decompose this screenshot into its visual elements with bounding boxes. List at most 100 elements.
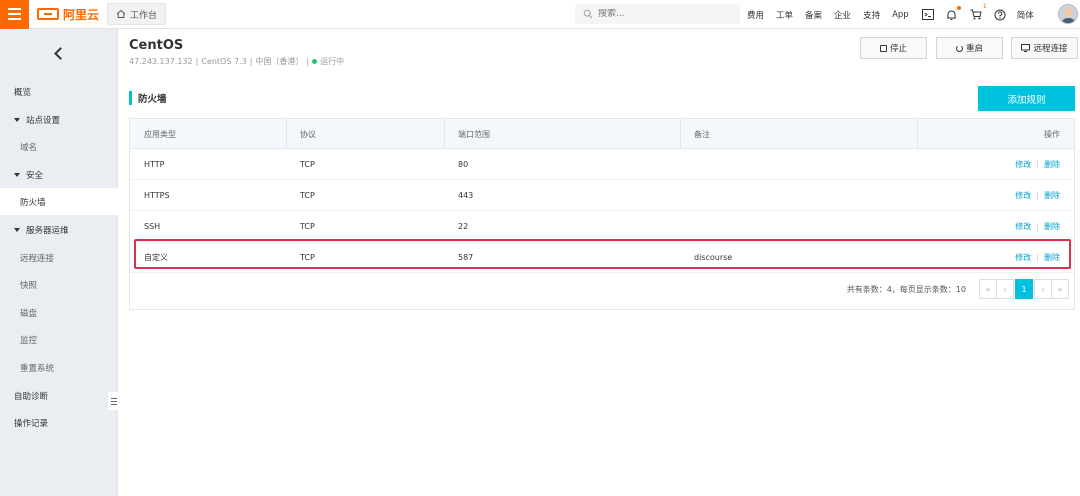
nav-fees[interactable]: 费用 [747,9,764,21]
stop-label: 停止 [889,44,907,54]
cell-app-type: SSH [144,221,161,231]
firewall-table: 应用类型 协议 端口范围 备注 操作 HTTP TCP 80 修改 | 删除 HTTPS TC… [129,118,1075,310]
edit-link[interactable]: 修改 [1015,252,1031,263]
pagination: 共有条数：4，每页显示条数：10 « ‹ 1 › » [130,277,1074,301]
sidebar-item-reset-system[interactable]: 重置系统 [0,354,118,381]
monitor-icon [1021,44,1031,52]
brand-logo[interactable]: 阿里云 [37,6,99,23]
nav-tickets[interactable]: 工单 [776,9,793,21]
row-actions: 修改 | 删除 [1015,159,1060,170]
avatar[interactable] [1058,4,1078,24]
nav-filing[interactable]: 备案 [805,9,822,21]
sidebar-item-domain[interactable]: 域名 [0,133,118,160]
workbench-label: 工作台 [130,10,158,21]
terminal-icon[interactable] [921,8,935,22]
bell-icon[interactable] [945,5,961,22]
sidebar-item-server-ops[interactable]: 服务器运维 [0,216,118,243]
sidebar-item-label: 防火墙 [20,197,46,208]
last-page-button[interactable]: » [1051,279,1069,299]
nav-enterprise[interactable]: 企业 [834,9,851,21]
delete-link[interactable]: 删除 [1044,190,1060,201]
sidebar-item-remote-connect[interactable]: 远程连接 [0,244,118,271]
cell-port: 80 [458,159,469,169]
col-note: 备注 [694,129,710,139]
next-page-button[interactable]: › [1034,279,1052,299]
delete-link[interactable]: 删除 [1044,159,1060,170]
back-button[interactable] [0,29,117,78]
stop-button[interactable]: 停止 [860,37,927,59]
sidebar: 概览 站点设置 域名 安全防火墙服务器运维 远程连接快照磁盘监控重置系统自助诊断操作记录 [0,29,120,496]
page-title: CentOS [129,38,184,53]
first-page-button[interactable]: « [979,279,997,299]
language-switch[interactable]: 简体 [1017,9,1034,21]
sidebar-item-operation-log[interactable]: 操作记录 [0,409,118,436]
search-icon [583,9,593,19]
nav-app[interactable]: App [892,10,909,20]
notification-dot [956,5,961,10]
status-badge: 运行中 [320,57,345,66]
row-actions: 修改 | 删除 [1015,221,1060,232]
sidebar-item-label: 监控 [20,335,38,346]
sidebar-collapse-handle[interactable] [108,392,120,410]
table-row: SSH TCP 22 修改 | 删除 [130,211,1074,242]
top-nav: 费用 工单 备案 企业 支持 App 1 简体 [747,0,1046,29]
search-input[interactable] [598,9,728,19]
nav-support[interactable]: 支持 [863,9,880,21]
prev-page-button[interactable]: ‹ [996,279,1014,299]
table-row: HTTP TCP 80 修改 | 删除 [130,149,1074,180]
delete-link[interactable]: 删除 [1044,252,1060,263]
remote-connect-label: 远程连接 [1033,44,1068,54]
edit-link[interactable]: 修改 [1015,190,1031,201]
sidebar-item-site-settings[interactable]: 站点设置 [0,106,118,133]
status-dot-icon [312,59,318,64]
search-box[interactable] [575,4,740,24]
col-actions: 操作 [1044,129,1060,139]
pagination-summary: 共有条数：4，每页显示条数：10 [846,284,966,294]
delete-link[interactable]: 删除 [1044,221,1060,232]
row-actions: 修改 | 删除 [1015,190,1060,201]
cart-badge: 1 [982,2,987,10]
cell-app-type: 自定义 [144,252,168,262]
col-app-type: 应用类型 [144,129,176,139]
cart-icon[interactable]: 1 [969,3,987,22]
sidebar-item-overview[interactable]: 概览 [0,78,118,105]
edit-link[interactable]: 修改 [1015,221,1031,232]
restart-button[interactable]: 重启 [936,37,1003,59]
sidebar-item-snapshots[interactable]: 快照 [0,271,118,298]
col-protocol: 协议 [300,129,316,139]
section-title: 防火墙 [129,91,167,105]
edit-link[interactable]: 修改 [1015,159,1031,170]
sidebar-item-label: 快照 [20,280,38,291]
workbench-button[interactable]: 工作台 [107,3,167,25]
help-icon[interactable] [993,8,1007,22]
cell-port: 22 [458,221,469,231]
menu-icon[interactable] [0,0,29,29]
page-1-button[interactable]: 1 [1015,279,1033,299]
table-row: 自定义 TCP 587 discourse 修改 | 删除 [130,242,1074,273]
sidebar-item-disks[interactable]: 磁盘 [0,299,118,326]
instance-region: 中国（香港） [255,57,304,66]
add-rule-button[interactable]: 添加规则 [978,86,1075,111]
power-icon [955,44,963,52]
sidebar-item-label: 操作记录 [14,418,49,429]
restart-label: 重启 [965,44,983,54]
sidebar-item-security[interactable]: 安全 [0,161,118,188]
sidebar-item-self-diagnosis[interactable]: 自助诊断 [0,382,118,409]
sidebar-item-monitoring[interactable]: 监控 [0,326,118,353]
sidebar-item-label: 磁盘 [20,308,38,319]
brand-name: 阿里云 [63,7,100,22]
instance-os: CentOS 7.3 [201,57,247,66]
row-actions: 修改 | 删除 [1015,252,1060,263]
caret-down-icon [14,172,20,177]
table-row: HTTPS TCP 443 修改 | 删除 [130,180,1074,211]
cell-protocol: TCP [300,159,315,169]
table-header: 应用类型 协议 端口范围 备注 操作 [130,119,1074,149]
sidebar-item-firewall[interactable]: 防火墙 [0,188,118,215]
col-port-range: 端口范围 [458,129,490,139]
cell-port: 443 [458,190,474,200]
sidebar-item-label: 重置系统 [20,363,55,374]
sidebar-item-label: 自助诊断 [14,391,49,402]
cell-app-type: HTTP [144,159,165,169]
stop-icon [879,44,887,52]
remote-connect-button[interactable]: 远程连接 [1011,37,1078,59]
